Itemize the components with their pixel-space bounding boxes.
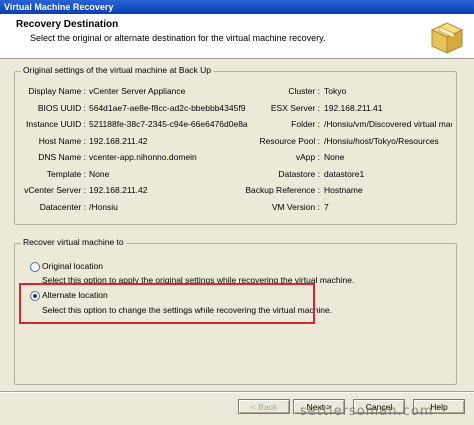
right-setting-label: ESX Server : xyxy=(270,102,320,113)
left-setting-label: BIOS UUID : xyxy=(37,102,86,113)
left-setting-label: vCenter Server : xyxy=(24,185,86,195)
right-setting-value: /Honsiu/vm/Discovered virtual machi... xyxy=(324,119,452,129)
right-setting-value: None xyxy=(324,152,345,162)
right-setting-value: 7 xyxy=(324,201,329,212)
page-subtitle: Select the original or alternate destina… xyxy=(30,33,326,43)
right-setting-value: /Honsiu/host/Tokyo/Resources xyxy=(324,135,439,146)
back-button[interactable]: < Back xyxy=(238,399,290,414)
package-box-icon xyxy=(430,22,464,54)
right-setting-label: Resource Pool : xyxy=(259,135,320,146)
left-setting-label: Template : xyxy=(46,168,86,179)
original-location-radio[interactable] xyxy=(30,262,40,272)
wizard-header: Recovery Destination Select the original… xyxy=(0,14,474,59)
right-setting-value: Tokyo xyxy=(324,86,347,96)
right-setting-label: Folder : xyxy=(291,119,320,129)
original-location-label[interactable]: Original location xyxy=(42,261,103,272)
left-setting-label: Host Name : xyxy=(38,135,86,146)
footer-separator xyxy=(0,391,474,393)
highlight-box xyxy=(19,283,315,324)
right-setting-value: 192.168.211.41 xyxy=(324,102,383,113)
window-title: Virtual Machine Recovery xyxy=(0,0,474,14)
left-setting-label: Datacenter : xyxy=(39,201,86,212)
right-setting-label: Datastore : xyxy=(278,168,320,179)
recover-to-legend: Recover virtual machine to xyxy=(21,237,126,247)
right-setting-value: Hostname xyxy=(324,185,363,195)
right-setting-label: Backup Reference : xyxy=(245,185,320,195)
right-setting-value: datastore1 xyxy=(324,168,365,179)
right-setting-label: VM Version : xyxy=(271,201,320,212)
right-setting-label: Cluster : xyxy=(288,86,320,96)
page-title: Recovery Destination xyxy=(16,19,119,30)
right-setting-label: vApp : xyxy=(295,152,320,162)
original-settings-legend: Original settings of the virtual machine… xyxy=(21,65,214,75)
watermark: settlersoman.com xyxy=(300,404,434,419)
left-setting-label: Instance UUID : xyxy=(26,119,86,129)
left-setting-label: Display Name : xyxy=(28,86,86,96)
left-setting-label: DNS Name : xyxy=(38,152,86,162)
